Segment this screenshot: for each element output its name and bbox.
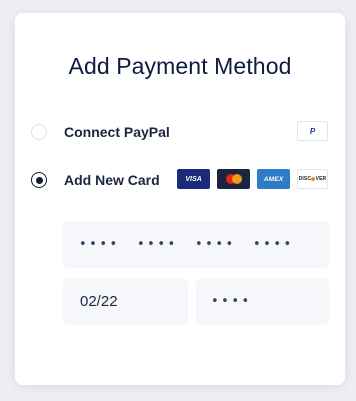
- visa-logo-icon: VISA: [177, 169, 210, 189]
- option-connect-paypal[interactable]: Connect PayPal: [31, 120, 331, 144]
- card-number-input[interactable]: •••• •••• •••• ••••: [63, 221, 329, 268]
- mastercard-logo-icon: [217, 169, 250, 189]
- expiry-value: 02/22: [80, 293, 118, 310]
- discover-logo-icon: DISC VER: [297, 169, 328, 189]
- card-number-group: ••••: [195, 237, 236, 252]
- option-label: Connect PayPal: [64, 124, 170, 140]
- expiry-date-input[interactable]: 02/22: [63, 278, 188, 325]
- paypal-logo-icon: P: [297, 121, 328, 141]
- option-label: Add New Card: [64, 172, 160, 188]
- card-number-group: ••••: [137, 237, 178, 252]
- amex-logo-icon: AMEX: [257, 169, 290, 189]
- cvc-value: ••••: [211, 294, 252, 309]
- cvc-input[interactable]: ••••: [196, 278, 329, 325]
- card-radio[interactable]: [31, 172, 47, 188]
- card-number-group: ••••: [79, 237, 120, 252]
- page-title: Add Payment Method: [68, 53, 292, 79]
- payment-method-panel: Add Payment Method Connect PayPal P Add …: [15, 13, 345, 385]
- card-number-group: ••••: [253, 237, 294, 252]
- paypal-radio[interactable]: [31, 124, 47, 140]
